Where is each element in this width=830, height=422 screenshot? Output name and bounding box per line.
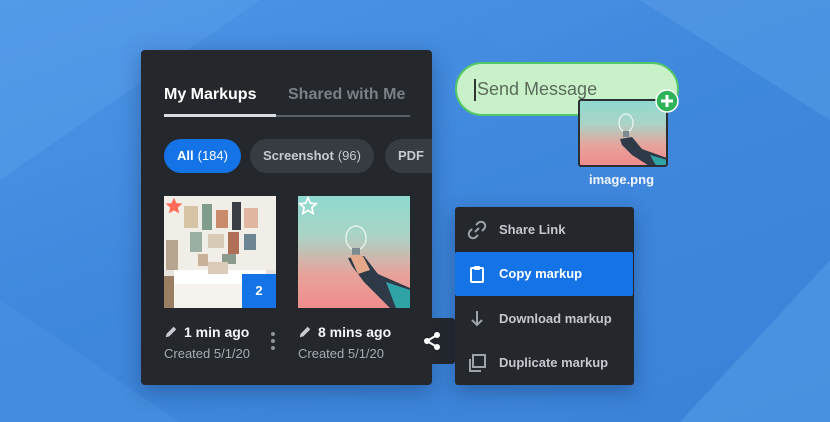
filter-pdf-label: PDF [398, 148, 424, 163]
filter-screenshot[interactable]: Screenshot (96) [250, 139, 374, 173]
menu-item-share-link[interactable]: Share Link [455, 208, 634, 252]
card-timestamp: 1 min ago [164, 324, 249, 340]
star-filled-icon[interactable] [164, 196, 184, 216]
menu-item-label: Share Link [499, 222, 566, 237]
filter-all[interactable]: All (184) [164, 139, 241, 173]
menu-item-duplicate-markup[interactable]: Duplicate markup [455, 341, 634, 385]
menu-item-label: Copy markup [499, 266, 583, 281]
attachment-filename: image.png [589, 172, 655, 187]
context-menu: Share Link Copy markup Download markup D… [455, 207, 634, 385]
link-icon [467, 220, 487, 240]
filter-screenshot-count: (96) [337, 148, 361, 163]
filter-all-label: All [177, 148, 194, 163]
tab-divider [276, 115, 410, 117]
pencil-icon [165, 326, 177, 338]
markup-thumbnail[interactable] [298, 196, 410, 308]
filter-pdf[interactable]: PDF [385, 139, 432, 173]
markups-panel: My Markups Shared with Me All (184) Scree… [141, 50, 432, 385]
card-timestamp: 8 mins ago [298, 324, 391, 340]
active-tab-indicator [164, 114, 276, 117]
download-icon [471, 311, 483, 327]
menu-item-label: Duplicate markup [499, 355, 609, 370]
card-time-text: 8 mins ago [318, 324, 392, 340]
send-message-placeholder: Send Message [477, 79, 598, 99]
menu-item-download-markup[interactable]: Download markup [455, 297, 634, 341]
card-time-text: 1 min ago [184, 324, 250, 340]
card-created-date: Created 5/1/20 [164, 346, 251, 361]
duplicate-icon [469, 354, 486, 372]
share-button[interactable] [410, 318, 455, 364]
menu-item-copy-markup[interactable]: Copy markup [455, 252, 633, 296]
clipboard-icon [470, 266, 484, 283]
filter-screenshot-label: Screenshot [263, 148, 334, 163]
menu-item-label: Download markup [499, 311, 612, 326]
pencil-icon [299, 326, 311, 338]
add-plus-icon [655, 89, 679, 113]
tab-shared-with-me[interactable]: Shared with Me [288, 86, 405, 104]
text-caret [474, 79, 476, 101]
more-options-icon[interactable] [270, 331, 276, 351]
markup-card[interactable]: 8 mins ago Created 5/1/20 [298, 196, 410, 361]
card-created-date: Created 5/1/20 [298, 346, 385, 361]
markup-count-badge: 2 [242, 274, 276, 308]
star-outline-icon[interactable] [298, 196, 318, 216]
filter-all-count: (184) [197, 148, 228, 163]
share-icon [424, 332, 440, 350]
markup-thumbnail[interactable]: 2 [164, 196, 276, 308]
tab-my-markups[interactable]: My Markups [164, 86, 256, 104]
markup-card[interactable]: 2 1 min ago Created 5/1/20 [164, 196, 276, 361]
